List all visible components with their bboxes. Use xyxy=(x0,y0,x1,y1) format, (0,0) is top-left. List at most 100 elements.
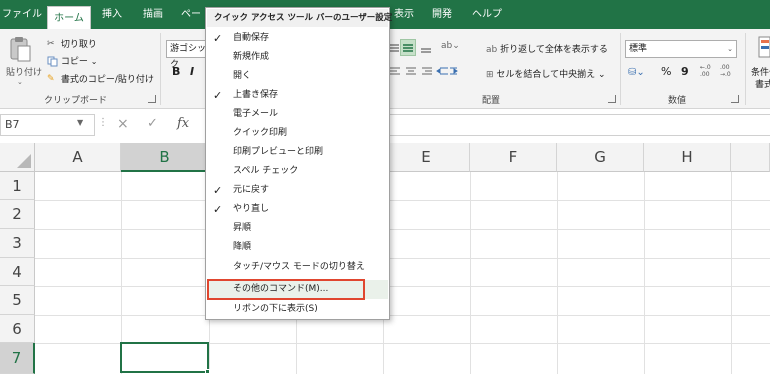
tab-home[interactable]: ホーム xyxy=(47,6,91,31)
menu-item-sort-descending[interactable]: 降順 xyxy=(207,238,388,257)
insert-function-icon[interactable]: fx xyxy=(177,116,189,131)
tab-insert[interactable]: 挿入 xyxy=(97,0,127,29)
currency-icon[interactable]: ⛁⌄ xyxy=(628,67,645,78)
gridline xyxy=(35,200,770,201)
menu-item-label: 電子メール xyxy=(233,109,279,119)
paste-chevron-down-icon[interactable]: ⌄ xyxy=(17,78,23,86)
conditional-formatting-icon[interactable] xyxy=(756,35,770,61)
checkmark-icon: ✓ xyxy=(213,184,223,197)
row-header-1[interactable]: 1 xyxy=(0,172,35,200)
wrap-text-icon: ab xyxy=(486,45,498,55)
align-middle-icon[interactable] xyxy=(400,39,416,56)
tab-page-layout[interactable]: ペー xyxy=(178,0,204,29)
conditional-formatting-label-2[interactable]: 書式 xyxy=(755,77,770,90)
copy-chevron-down-icon[interactable]: ⌄ xyxy=(91,57,98,66)
menu-item-label: スペル チェック xyxy=(233,166,299,176)
menu-item-new[interactable]: 新規作成 xyxy=(207,48,388,67)
number-launcher-icon[interactable] xyxy=(731,95,739,103)
tab-help[interactable]: ヘルプ xyxy=(469,0,505,29)
row-header-5[interactable]: 5 xyxy=(0,286,35,315)
clipboard-group-label: クリップボード xyxy=(44,96,108,106)
font-name-combo[interactable]: 游ゴシック xyxy=(166,40,210,70)
wrap-text-button[interactable]: ab 折り返して全体を表示する xyxy=(486,42,608,55)
column-header-a[interactable]: A xyxy=(35,143,121,172)
italic-button[interactable]: I xyxy=(190,65,194,78)
highlight-box xyxy=(207,279,365,300)
align-bottom-icon[interactable] xyxy=(420,40,432,56)
copy-button[interactable]: コピー ⌄ xyxy=(47,54,97,67)
gridline xyxy=(644,172,645,374)
row-header-6[interactable]: 6 xyxy=(0,315,35,343)
decrease-decimal-button[interactable]: .00 →.0 xyxy=(720,64,738,78)
tab-file[interactable]: ファイル xyxy=(2,0,42,29)
paste-button-label[interactable]: 貼り付け xyxy=(6,65,42,78)
menu-item-spell-check[interactable]: スペル チェック xyxy=(207,162,388,181)
menu-item-label: やり直し xyxy=(233,204,270,214)
menu-title: クイック アクセス ツール バーのユーザー設定 xyxy=(207,9,392,27)
tab-developer[interactable]: 開発 xyxy=(428,0,456,29)
column-header-b[interactable]: B xyxy=(121,143,209,172)
checkmark-icon: ✓ xyxy=(213,89,223,102)
menu-item-label: 印刷プレビューと印刷 xyxy=(233,147,324,157)
menu-item-print-preview[interactable]: 印刷プレビューと印刷 xyxy=(207,143,388,162)
gridline xyxy=(731,172,732,374)
horizontal-align-icons[interactable] xyxy=(388,65,458,79)
menu-item-email[interactable]: 電子メール xyxy=(207,105,388,124)
name-box-chevron-down-icon[interactable]: ▼ xyxy=(77,118,83,127)
menu-item-save[interactable]: ✓ 上書き保存 xyxy=(207,86,388,105)
bold-button[interactable]: B xyxy=(172,65,180,78)
increase-decimal-button[interactable]: ←.0 .00 xyxy=(700,64,718,78)
tab-view[interactable]: 表示 xyxy=(390,0,418,29)
active-cell-b7[interactable] xyxy=(120,342,209,373)
cut-button[interactable]: ✂ 切り取り xyxy=(47,37,97,50)
row-header-4[interactable]: 4 xyxy=(0,258,35,286)
menu-item-label: クイック印刷 xyxy=(233,128,288,138)
column-header-e[interactable]: E xyxy=(383,143,470,172)
tab-draw[interactable]: 描画 xyxy=(138,0,168,29)
cut-label: 切り取り xyxy=(60,40,97,50)
merge-center-button[interactable]: ⊞ セルを結合して中央揃え ⌄ xyxy=(486,67,606,80)
merge-center-chevron-down-icon[interactable]: ⌄ xyxy=(598,70,606,80)
row-header-3[interactable]: 3 xyxy=(0,229,35,258)
gridline xyxy=(35,286,770,287)
select-all-button[interactable] xyxy=(0,143,35,172)
column-header-g[interactable]: G xyxy=(557,143,644,172)
menu-item-label: 昇順 xyxy=(233,223,252,233)
percent-button[interactable]: % xyxy=(661,65,671,78)
comma-button[interactable]: 9 xyxy=(681,65,689,78)
format-painter-button[interactable]: ✎ 書式のコピー/貼り付け xyxy=(47,72,154,85)
gridline xyxy=(35,258,770,259)
menu-item-undo[interactable]: ✓ 元に戻す xyxy=(207,181,388,200)
menu-item-label: 新規作成 xyxy=(233,52,270,62)
cancel-entry-icon[interactable]: × xyxy=(117,116,129,132)
menu-item-open[interactable]: 開く xyxy=(207,67,388,86)
menu-item-label: 降順 xyxy=(233,242,252,252)
wrap-text-label: 折り返して全体を表示する xyxy=(500,45,608,55)
clipboard-launcher-icon[interactable] xyxy=(148,95,156,103)
formula-bar-divider-icon: ⋮ xyxy=(98,117,108,128)
enter-entry-icon[interactable]: ✓ xyxy=(147,116,158,131)
column-header-f[interactable]: F xyxy=(470,143,557,172)
fill-handle[interactable] xyxy=(205,369,210,374)
menu-item-label: 自動保存 xyxy=(233,33,270,43)
gridline xyxy=(35,315,770,316)
menu-item-label: 元に戻す xyxy=(233,185,270,195)
row-header-2[interactable]: 2 xyxy=(0,200,35,229)
alignment-launcher-icon[interactable] xyxy=(608,95,616,103)
menu-item-sort-ascending[interactable]: 昇順 xyxy=(207,219,388,238)
menu-item-autosave[interactable]: ✓ 自動保存 xyxy=(207,29,388,48)
column-header-next[interactable] xyxy=(731,143,770,172)
menu-item-quick-print[interactable]: クイック印刷 xyxy=(207,124,388,143)
ribbon-divider xyxy=(620,33,621,105)
menu-item-label: リボンの下に表示(S) xyxy=(233,304,318,314)
paste-icon[interactable] xyxy=(8,35,32,63)
menu-item-more-commands[interactable]: その他のコマンド(M)... xyxy=(207,279,388,300)
row-header-7[interactable]: 7 xyxy=(0,343,35,374)
orientation-icon[interactable]: ab⌄ xyxy=(441,41,460,51)
menu-item-redo[interactable]: ✓ やり直し xyxy=(207,200,388,219)
column-header-h[interactable]: H xyxy=(644,143,731,172)
menu-item-show-below-ribbon[interactable]: リボンの下に表示(S) xyxy=(207,300,388,319)
number-format-chevron-down-icon[interactable]: ⌄ xyxy=(727,41,733,57)
number-format-combo[interactable]: 標準 ⌄ xyxy=(625,40,737,58)
menu-item-touch-mouse-mode[interactable]: タッチ/マウス モードの切り替え xyxy=(207,258,388,277)
